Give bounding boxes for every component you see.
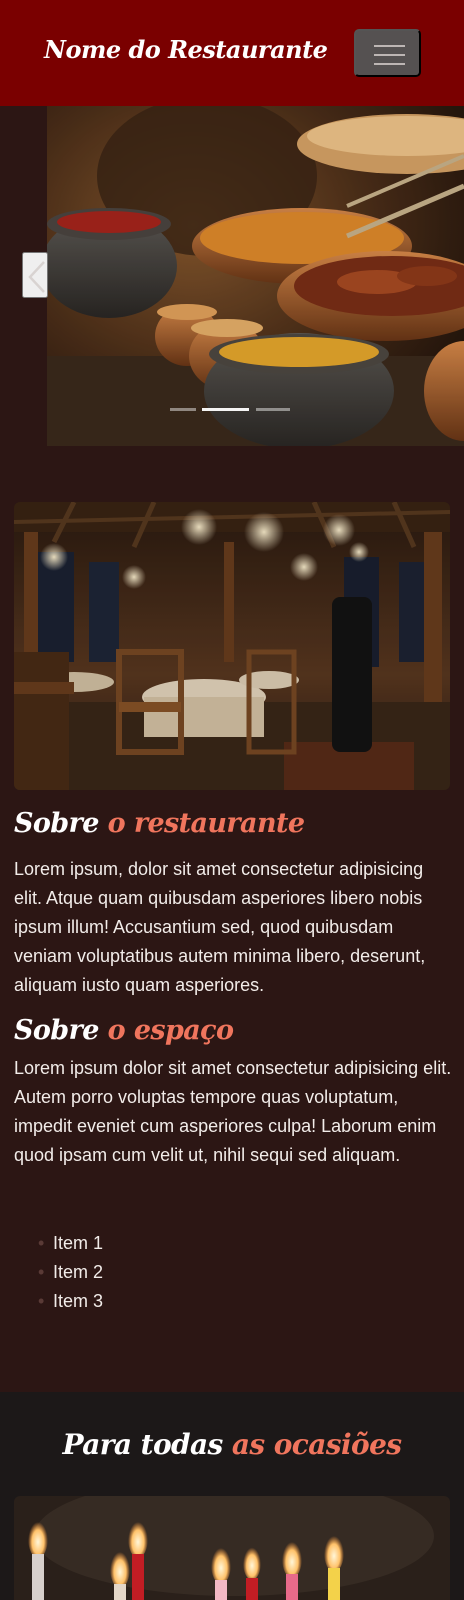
about-restaurant-title-main: Sobre [14, 808, 99, 839]
space-items-list: Item 1 Item 2 Item 3 [38, 1229, 103, 1316]
occasion-card-birthday-image [14, 1496, 450, 1600]
list-item: Item 2 [38, 1258, 103, 1287]
carousel-indicator-1[interactable] [170, 408, 196, 411]
occasions-title-main: Para todas [62, 1428, 224, 1461]
brand-logo-link[interactable]: Nome do Restaurante [44, 35, 328, 64]
food-photo [47, 106, 464, 446]
carousel-slide-food-image [47, 106, 464, 446]
about-space-title-main: Sobre [14, 1015, 99, 1046]
about-space-text: Lorem ipsum dolor sit amet consectetur a… [14, 1058, 452, 1165]
navbar-toggle-button[interactable] [354, 29, 421, 77]
candles-photo [14, 1496, 450, 1600]
carousel-indicator-2[interactable] [202, 408, 249, 411]
interior-photo [14, 502, 450, 790]
occasions-title: Para todas as ocasiões [0, 1428, 464, 1461]
about-space-title: Sobre o espaço [14, 1015, 234, 1046]
about-space-title-accent: o espaço [107, 1015, 234, 1046]
occasions-title-accent: as ocasiões [231, 1428, 402, 1461]
chevron-left-icon [28, 261, 45, 293]
restaurant-interior-image [14, 502, 450, 790]
navbar: Nome do Restaurante [0, 0, 464, 106]
hero-carousel [0, 106, 464, 446]
list-item: Item 1 [38, 1229, 103, 1258]
about-restaurant-title-accent: o restaurante [107, 808, 305, 839]
about-restaurant-text: Lorem ipsum, dolor sit amet consectetur … [14, 859, 426, 995]
carousel-prev-button[interactable] [22, 252, 48, 298]
carousel-indicator-3[interactable] [256, 408, 290, 411]
list-item: Item 3 [38, 1287, 103, 1316]
about-restaurant-title: Sobre o restaurante [14, 808, 305, 839]
